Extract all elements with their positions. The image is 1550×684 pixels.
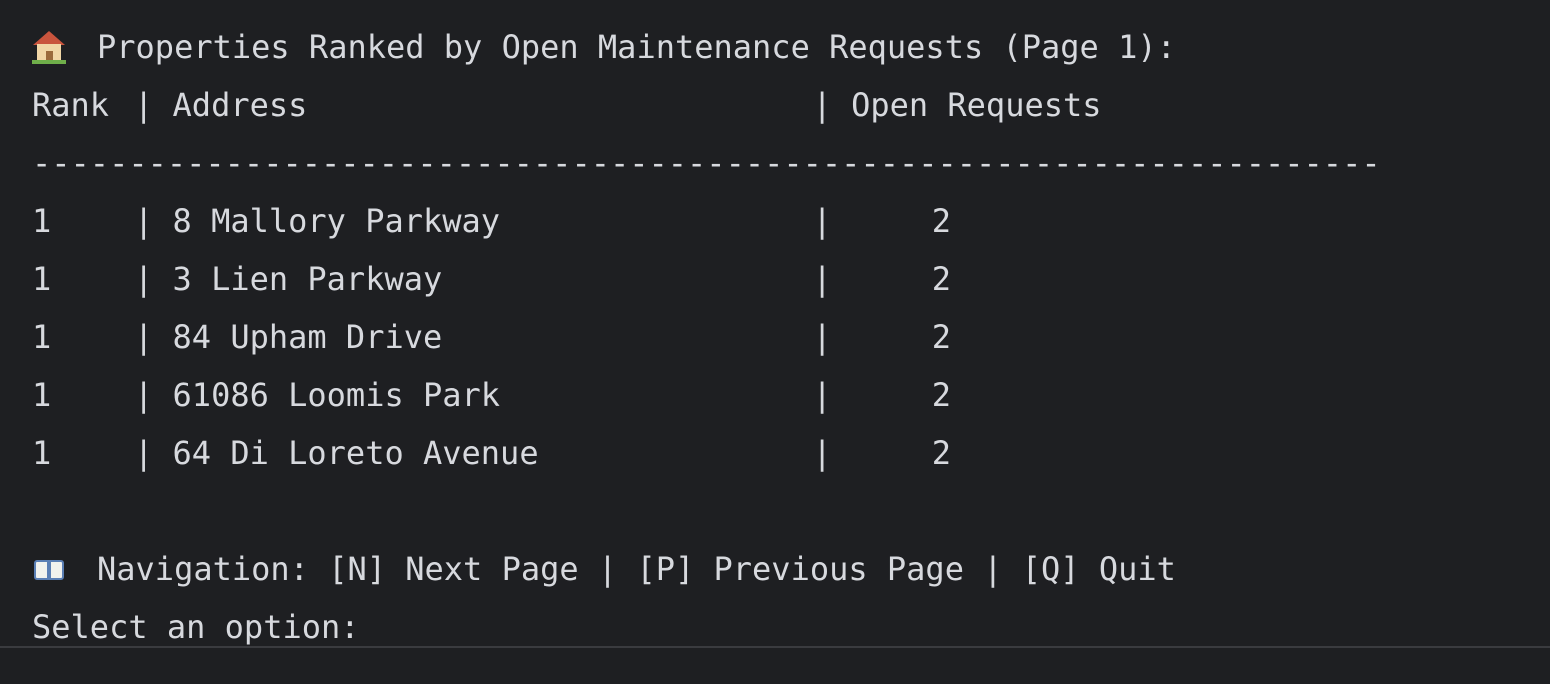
table-row: 1 | 3 Lien Parkway | 2 bbox=[32, 250, 1550, 308]
column-separator: | bbox=[812, 434, 832, 472]
table-row: 1 | 8 Mallory Parkway | 2 bbox=[32, 192, 1550, 250]
row-open-requests: 2 bbox=[931, 434, 952, 472]
row-address: 8 Mallory Parkway bbox=[172, 202, 501, 240]
table-row: 1 | 64 Di Loreto Avenue | 2 bbox=[32, 424, 1550, 482]
column-separator: | bbox=[812, 376, 832, 414]
column-separator: | bbox=[134, 202, 154, 240]
column-separator: | bbox=[134, 376, 154, 414]
table-row: 1 | 84 Upham Drive | 2 bbox=[32, 308, 1550, 366]
column-separator: | bbox=[812, 260, 832, 298]
row-open-requests: 2 bbox=[931, 376, 952, 414]
navigation-text: Navigation: [N] Next Page | [P] Previous… bbox=[97, 550, 1176, 588]
table-divider: ----------------------------------------… bbox=[32, 144, 1381, 182]
column-separator: | bbox=[134, 260, 154, 298]
report-header: Properties Ranked by Open Maintenance Re… bbox=[32, 18, 1550, 76]
row-open-requests: 2 bbox=[931, 260, 952, 298]
column-header-address: Address bbox=[172, 86, 308, 124]
row-rank: 1 bbox=[32, 434, 52, 472]
row-open-requests: 2 bbox=[931, 318, 952, 356]
table-header: Rank | Address | Open Requests bbox=[32, 76, 1550, 134]
house-icon bbox=[32, 30, 66, 64]
column-separator: | bbox=[134, 318, 154, 356]
row-rank: 1 bbox=[32, 376, 52, 414]
column-separator: | bbox=[812, 86, 832, 124]
navigation-line: Navigation: [N] Next Page | [P] Previous… bbox=[32, 540, 1550, 598]
column-header-open-requests: Open Requests bbox=[851, 86, 1102, 124]
row-address: 64 Di Loreto Avenue bbox=[172, 434, 539, 472]
report-title: Properties Ranked by Open Maintenance Re… bbox=[97, 28, 1176, 66]
row-rank: 1 bbox=[32, 202, 52, 240]
book-icon bbox=[32, 552, 66, 586]
row-rank: 1 bbox=[32, 260, 52, 298]
row-open-requests: 2 bbox=[931, 202, 952, 240]
row-address: 61086 Loomis Park bbox=[172, 376, 501, 414]
table-row: 1 | 61086 Loomis Park | 2 bbox=[32, 366, 1550, 424]
row-address: 3 Lien Parkway bbox=[172, 260, 443, 298]
terminal-output: Properties Ranked by Open Maintenance Re… bbox=[0, 0, 1550, 648]
column-separator: | bbox=[812, 318, 832, 356]
row-rank: 1 bbox=[32, 318, 52, 356]
column-separator: | bbox=[812, 202, 832, 240]
row-address: 84 Upham Drive bbox=[172, 318, 443, 356]
column-separator: | bbox=[134, 434, 154, 472]
